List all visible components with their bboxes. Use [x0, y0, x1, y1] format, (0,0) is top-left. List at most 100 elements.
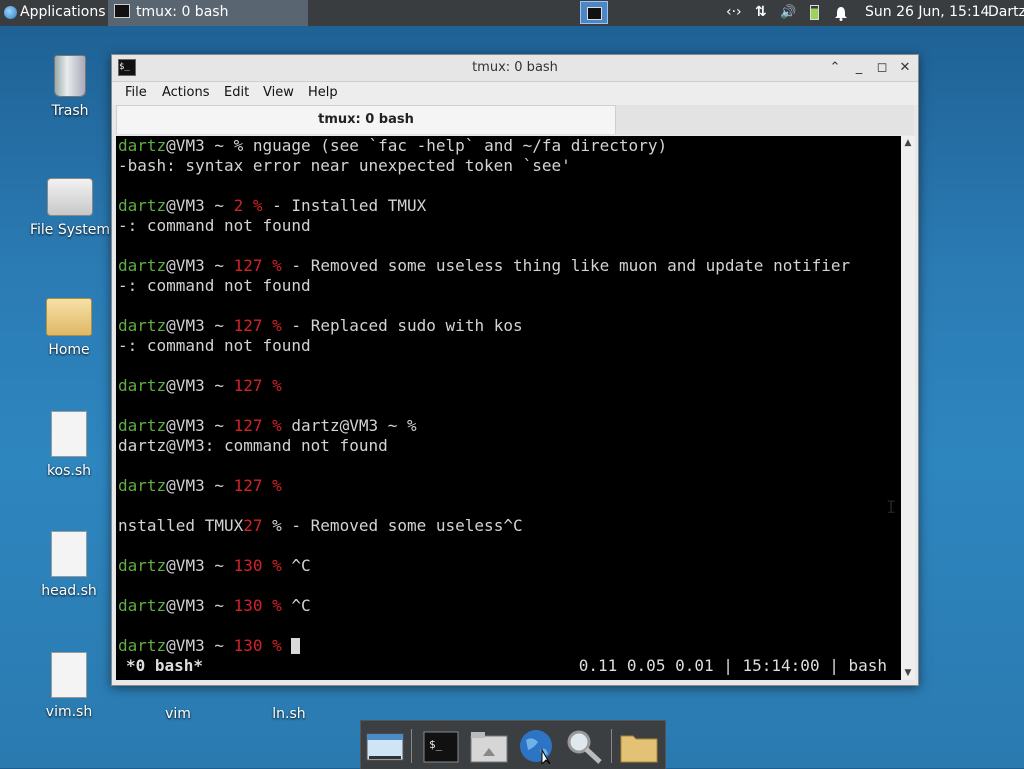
prompt-symbol: %	[233, 136, 253, 155]
terminal-line: -: command not found	[118, 336, 311, 355]
text-file-icon	[51, 411, 87, 457]
desktop-icon-trash[interactable]: Trash	[25, 55, 115, 119]
command-text: ^C	[291, 596, 311, 615]
terminal-icon	[114, 4, 130, 18]
web-browser-launcher-icon[interactable]	[516, 728, 556, 766]
tab-tmux-bash[interactable]: tmux: 0 bash	[116, 105, 616, 134]
scroll-down-arrow-icon[interactable]: ▼	[901, 666, 915, 680]
desktop-icon-file-system[interactable]: File System	[25, 178, 115, 238]
prompt-host: @VM3 ~	[166, 416, 234, 435]
clock[interactable]: Sun 26 Jun, 15:14	[865, 0, 989, 26]
window-titlebar[interactable]: $_ tmux: 0 bash ⌃ _ ◻ ✕	[112, 55, 918, 82]
desktop-icon-label: kos.sh	[46, 463, 92, 479]
terminal-cursor	[291, 638, 301, 654]
desktop-icon-head-sh[interactable]: head.sh	[24, 531, 114, 599]
bottom-dock: $_	[360, 720, 666, 769]
scroll-up-arrow-icon[interactable]: ▲	[901, 136, 915, 150]
tmux-status-right: 0.11 0.05 0.01 | 15:14:00 | bash	[578, 656, 887, 675]
output-text: % - Removed some useless^C	[262, 516, 523, 535]
prompt-symbol: %	[262, 376, 282, 395]
menu-bar: File Actions Edit View Help	[112, 82, 918, 105]
tmux-status-bar: *0 bash* 0.11 0.05 0.01 | 15:14:00 | bas…	[116, 656, 901, 676]
prompt-exit-code: 127	[233, 376, 263, 395]
transfer-icon[interactable]: ⇅	[755, 0, 767, 26]
desktop-icon-label: head.sh	[41, 583, 97, 599]
menu-edit[interactable]: Edit	[224, 85, 249, 100]
terminal-output[interactable]: dartz@VM3 ~ % nguage (see `fac -help` an…	[116, 136, 901, 680]
terminal-line: -: command not found	[118, 276, 311, 295]
user-menu[interactable]: Dartz	[988, 0, 1024, 26]
dock-separator	[611, 729, 612, 763]
folder-launcher-icon[interactable]	[619, 728, 659, 764]
prompt-host: @VM3 ~	[166, 256, 234, 275]
dock-separator	[411, 729, 412, 763]
terminal-line: -bash: syntax error near unexpected toke…	[118, 156, 571, 175]
prompt-user: dartz	[118, 476, 167, 495]
prompt-host: @VM3 ~	[166, 316, 234, 335]
taskbar-window-button[interactable]: tmux: 0 bash	[108, 0, 308, 26]
terminal-scrollbar[interactable]: ▲ ▼	[901, 136, 915, 680]
show-desktop-icon[interactable]	[365, 728, 405, 764]
workspace-terminal-icon	[587, 7, 602, 20]
prompt-host: @VM3 ~	[166, 556, 234, 575]
prompt-host: @VM3 ~	[166, 136, 234, 155]
prompt-user: dartz	[118, 196, 167, 215]
menu-actions[interactable]: Actions	[162, 85, 210, 100]
prompt-exit-code: 27	[243, 516, 263, 535]
command-text: - Removed some useless thing like muon a…	[291, 256, 851, 275]
output-text: nstalled TMUX	[118, 516, 244, 535]
prompt-host: @VM3 ~	[166, 636, 234, 655]
terminal-line: dartz@VM3 ~ 127 %	[118, 476, 282, 496]
terminal-line: dartz@VM3 ~ 2 % - Installed TMUX	[118, 196, 426, 216]
desktop-icon-ln-sh[interactable]: ln.sh	[244, 706, 334, 722]
desktop-icon-label: File System	[29, 222, 111, 238]
maximize-button[interactable]: ◻	[873, 59, 891, 77]
prompt-exit-code: 130	[233, 556, 263, 575]
terminal-window: $_ tmux: 0 bash ⌃ _ ◻ ✕ File Actions Edi…	[111, 54, 919, 686]
volume-icon[interactable]: 🔊	[780, 0, 796, 26]
desktop-icon-vim-sh[interactable]: vim.sh	[24, 652, 114, 720]
prompt-user: dartz	[118, 596, 167, 615]
close-button[interactable]: ✕	[896, 59, 914, 77]
terminal-line: dartz@VM3 ~ 127 % dartz@VM3 ~ %	[118, 416, 417, 436]
menu-help[interactable]: Help	[308, 85, 338, 100]
prompt-exit-code: 127	[233, 416, 263, 435]
terminal-line: dartz@VM3 ~ 130 %	[118, 636, 301, 656]
terminal-launcher-icon[interactable]: $_	[421, 728, 461, 764]
prompt-user: dartz	[118, 136, 167, 155]
command-text: - Installed TMUX	[272, 196, 427, 215]
minimize-button[interactable]: _	[850, 59, 868, 77]
battery-icon[interactable]	[810, 5, 819, 20]
search-launcher-icon[interactable]	[564, 728, 604, 764]
desktop-icon-label: Trash	[51, 103, 89, 119]
command-text: dartz@VM3 ~ %	[291, 416, 417, 435]
file-manager-launcher-icon[interactable]	[469, 728, 509, 764]
terminal-line: dartz@VM3 ~ 130 % ^C	[118, 596, 311, 616]
terminal-line: dartz@VM3 ~ 127 %	[118, 376, 282, 396]
prompt-symbol: %	[262, 596, 292, 615]
network-icon[interactable]: ‹·›	[726, 0, 742, 26]
prompt-user: dartz	[118, 556, 167, 575]
command-text: nguage (see `fac -help` and ~/fa directo…	[252, 136, 668, 155]
desktop-icon-home[interactable]: Home	[24, 298, 114, 358]
desktop-icon-kos-sh[interactable]: kos.sh	[24, 411, 114, 479]
terminal-line: dartz@VM3: command not found	[118, 436, 388, 455]
applications-menu-button[interactable]: Applications	[0, 0, 111, 26]
terminal-line: nstalled TMUX27 % - Removed some useless…	[118, 516, 523, 536]
tmux-window-indicator: *0 bash*	[126, 656, 204, 675]
prompt-user: dartz	[118, 376, 167, 395]
prompt-exit-code: 130	[233, 596, 263, 615]
menu-view[interactable]: View	[263, 85, 294, 100]
desktop-icon-label: Home	[48, 342, 90, 358]
shade-button[interactable]: ⌃	[826, 59, 844, 77]
prompt-host: @VM3 ~	[166, 376, 234, 395]
terminal-line: -: command not found	[118, 216, 311, 235]
menu-file[interactable]: File	[125, 85, 147, 100]
desktop-icon-vim[interactable]: vim	[133, 706, 223, 722]
prompt-exit-code: 127	[233, 476, 263, 495]
prompt-host: @VM3 ~	[166, 596, 234, 615]
workspace-switcher[interactable]	[580, 1, 608, 24]
desktop-icon-label: vim.sh	[45, 704, 93, 720]
terminal-line: dartz@VM3 ~ 127 % - Removed some useless…	[118, 256, 850, 276]
notification-bell-icon[interactable]	[834, 5, 848, 21]
